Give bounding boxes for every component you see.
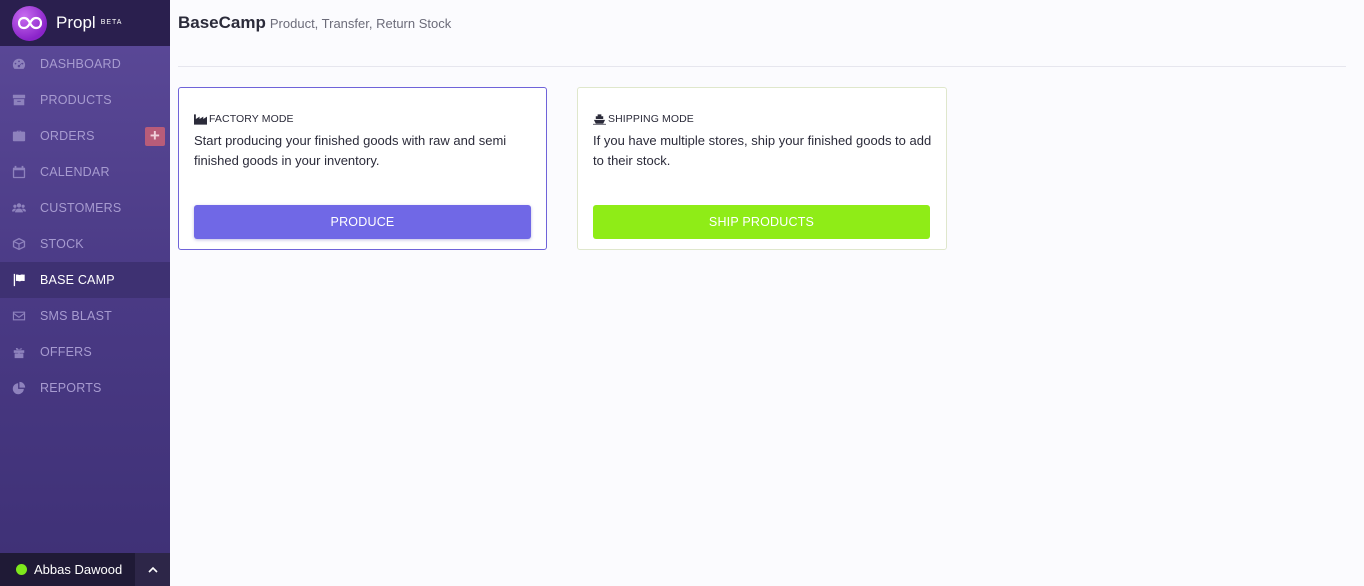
sidebar-item-products[interactable]: PRODUCTS [0, 82, 170, 118]
sidebar-item-dashboard[interactable]: DASHBOARD [0, 46, 170, 82]
page-subtitle: Product, Transfer, Return Stock [269, 16, 452, 31]
sidebar-item-label: BASE CAMP [40, 273, 115, 287]
sidebar-item-label: CUSTOMERS [40, 201, 122, 215]
archive-icon [10, 92, 28, 108]
users-icon [10, 200, 28, 216]
sidebar-item-label: REPORTS [40, 381, 102, 395]
sidebar-item-label: PRODUCTS [40, 93, 112, 107]
dashboard-icon [10, 56, 28, 72]
produce-button[interactable]: PRODUCE [194, 205, 531, 239]
sidebar-item-label: DASHBOARD [40, 57, 121, 71]
sidebar-item-orders[interactable]: ORDERS + [0, 118, 170, 154]
cube-icon [10, 236, 28, 252]
chevron-up-icon [147, 566, 158, 573]
page-header: BaseCamp Product, Transfer, Return Stock [178, 13, 451, 33]
main-content: BaseCamp Product, Transfer, Return Stock… [170, 0, 1364, 586]
infinity-logo-icon [12, 5, 47, 41]
ship-products-button[interactable]: SHIP PRODUCTS [593, 205, 930, 239]
sidebar-item-label: CALENDAR [40, 165, 110, 179]
sidebar-item-label: ORDERS [40, 129, 95, 143]
pie-chart-icon [10, 380, 28, 396]
factory-mode-card: FACTORY MODE Start producing your finish… [178, 87, 547, 250]
sidebar-item-reports[interactable]: REPORTS [0, 370, 170, 406]
sidebar-item-calendar[interactable]: CALENDAR [0, 154, 170, 190]
envelope-icon [10, 308, 28, 324]
brand[interactable]: Propl BETA [0, 0, 170, 46]
sidebar-item-label: SMS BLAST [40, 309, 112, 323]
sidebar-item-label: STOCK [40, 237, 84, 251]
online-status-indicator [16, 564, 27, 575]
card-description: Start producing your finished goods with… [194, 133, 507, 168]
shipping-mode-card: SHIPPING MODE If you have multiple store… [577, 87, 947, 250]
sidebar-nav: DASHBOARD PRODUCTS ORDERS + CALENDAR CUS… [0, 46, 170, 406]
sidebar: Propl BETA DASHBOARD PRODUCTS ORDERS + C… [0, 0, 170, 586]
sidebar-item-sms-blast[interactable]: SMS BLAST [0, 298, 170, 334]
brand-name: Propl [56, 13, 96, 32]
user-bar: Abbas Dawood [0, 553, 170, 586]
card-mode-text: SHIPPING MODE [608, 113, 694, 125]
sidebar-item-offers[interactable]: OFFERS [0, 334, 170, 370]
card-mode-label: SHIPPING MODE [593, 113, 694, 125]
sidebar-item-stock[interactable]: STOCK [0, 226, 170, 262]
beta-badge: BETA [100, 18, 123, 26]
user-menu-toggle-button[interactable] [135, 553, 170, 586]
ship-icon [593, 114, 606, 125]
factory-icon [194, 114, 207, 125]
card-mode-text: FACTORY MODE [209, 113, 294, 125]
header-divider [178, 66, 1346, 67]
sidebar-item-customers[interactable]: CUSTOMERS [0, 190, 170, 226]
calendar-icon [10, 164, 28, 180]
user-name[interactable]: Abbas Dawood [34, 562, 135, 577]
add-order-button[interactable]: + [145, 127, 165, 146]
sidebar-item-label: OFFERS [40, 345, 92, 359]
gift-icon [10, 344, 28, 360]
sidebar-item-base-camp[interactable]: BASE CAMP [0, 262, 170, 298]
page-title: BaseCamp [178, 13, 266, 32]
card-mode-label: FACTORY MODE [194, 113, 294, 125]
flag-icon [10, 272, 28, 288]
card-description: If you have multiple stores, ship your f… [593, 133, 932, 168]
briefcase-icon [10, 128, 28, 144]
